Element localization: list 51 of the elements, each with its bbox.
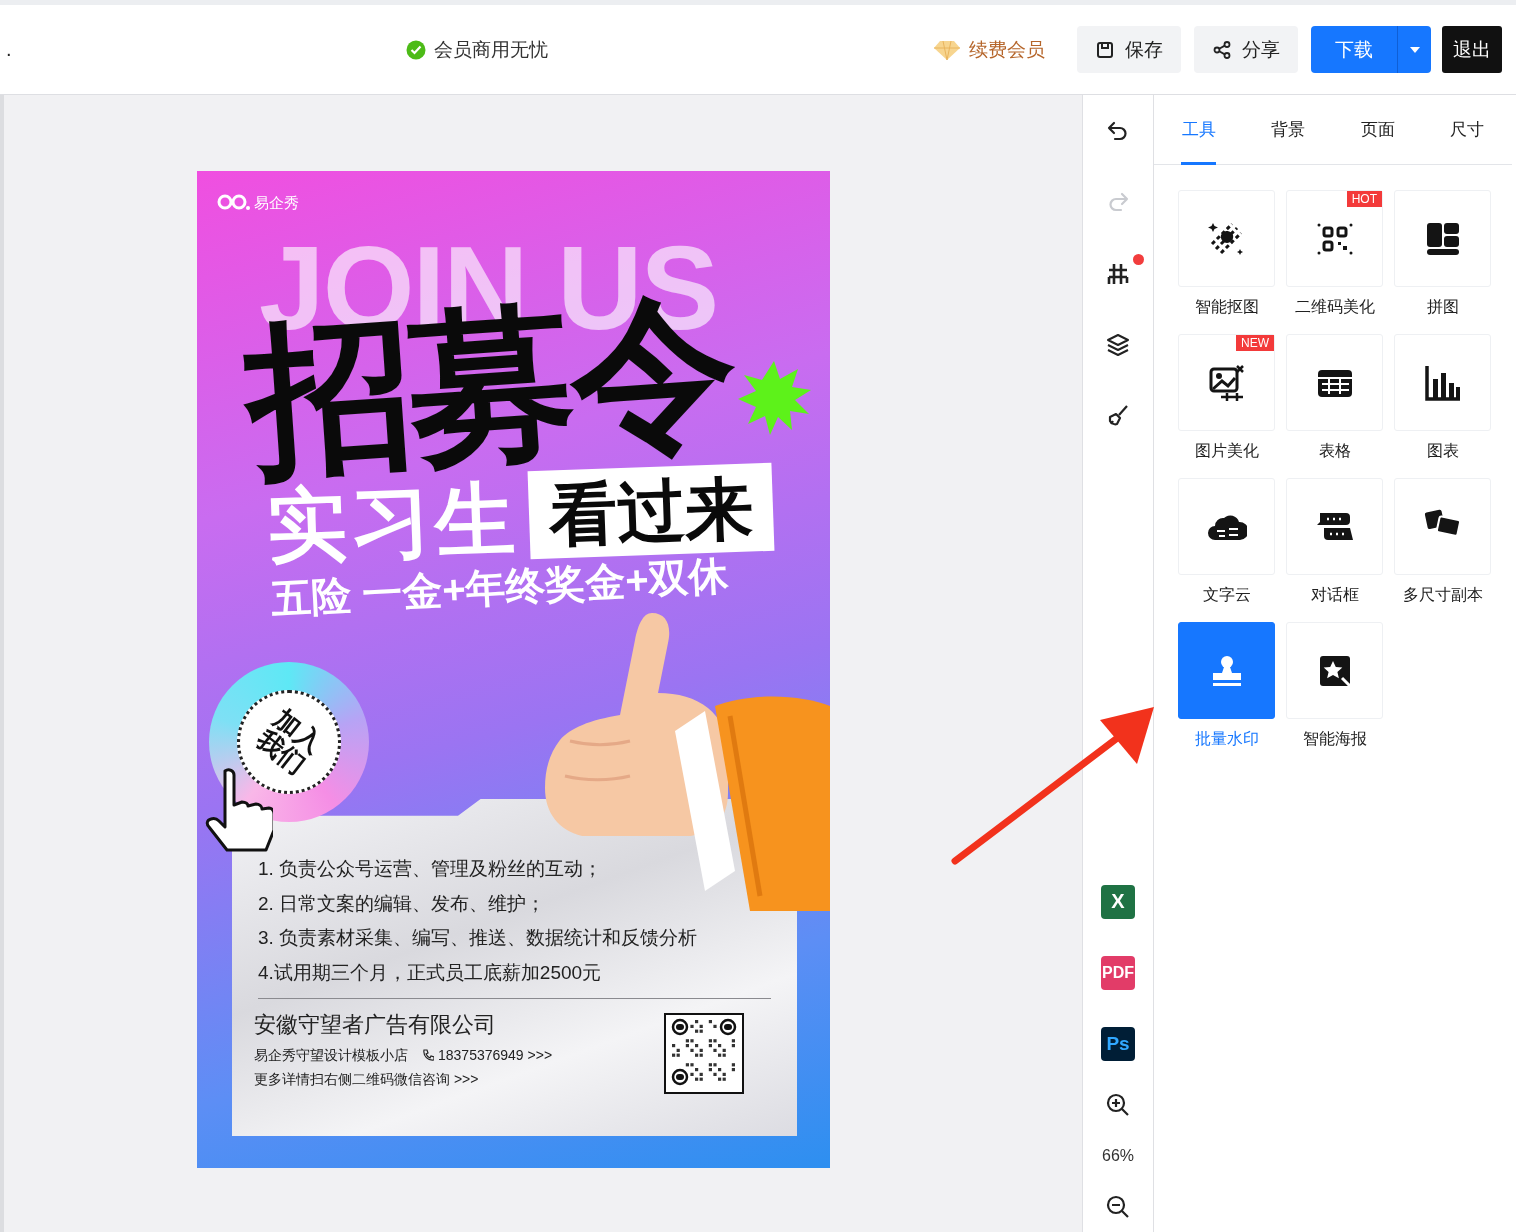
tool-label: 图片美化 — [1194, 441, 1259, 461]
tool-label: 智能海报 — [1302, 729, 1367, 749]
renew-link[interactable]: 续费会员 — [933, 36, 1045, 63]
ps-export-icon[interactable]: Ps — [1101, 1026, 1135, 1061]
duty-text: 4.试用期三个月，正式员工底薪加2500元 — [258, 962, 602, 982]
tool-label: 多尺寸副本 — [1402, 585, 1483, 605]
tool-label: 对话框 — [1310, 585, 1359, 605]
save-icon — [1095, 39, 1115, 60]
company-name: 安徽守望者广告有限公司 — [254, 1014, 496, 1036]
caret-icon — [1409, 46, 1420, 53]
layers-icon[interactable] — [1105, 331, 1131, 358]
exit-button[interactable]: 退出 — [1442, 26, 1502, 73]
phone-number: 18375376949 >>> — [438, 1048, 553, 1062]
save-button[interactable]: 保存 — [1077, 26, 1181, 73]
duty-text: 2. 日常文案的编辑、发布、维护； — [258, 893, 546, 913]
tool-badge: NEW — [1236, 335, 1274, 351]
tool-label: 图表 — [1426, 441, 1459, 461]
panel-tab[interactable]: 尺寸 — [1422, 95, 1512, 164]
qr-note: 更多详情扫右侧二维码微信咨询 >>> — [254, 1072, 479, 1086]
panel-tab[interactable]: 页面 — [1333, 95, 1423, 164]
share-button[interactable]: 分享 — [1194, 26, 1298, 73]
zoom-out-icon[interactable] — [1105, 1193, 1131, 1220]
duty-text: 3. 负责素材采集、编写、推送、数据统计和反馈分析 — [258, 928, 698, 947]
pdf-export-icon[interactable]: PDF — [1101, 955, 1135, 990]
download-menu-button[interactable] — [1397, 26, 1431, 73]
tool-badge: HOT — [1346, 191, 1382, 207]
page-mark: . — [6, 38, 13, 61]
panel-tab[interactable]: 背景 — [1243, 95, 1333, 164]
check-circle-icon — [406, 39, 426, 60]
brand-logo-icon — [217, 193, 251, 211]
badge-text: 加入我们 — [250, 703, 328, 781]
tool-label: 智能抠图 — [1194, 297, 1259, 317]
shop-name: 易企秀守望设计模板小店 — [254, 1048, 408, 1062]
tool-tile[interactable] — [1178, 622, 1275, 719]
brand-name: 易企秀 — [254, 194, 299, 210]
phone-icon — [422, 1049, 434, 1061]
download-button[interactable]: 下载 — [1311, 26, 1397, 73]
tool-label: 二维码美化 — [1294, 297, 1375, 317]
tool-label: 拼图 — [1426, 297, 1459, 317]
panel-tab[interactable]: 工具 — [1154, 95, 1244, 164]
member-note: 会员商用无忧 — [434, 37, 548, 62]
zoom-in-icon[interactable] — [1105, 1091, 1131, 1118]
excel-export-icon[interactable]: X — [1101, 884, 1135, 919]
tool-label: 表格 — [1318, 441, 1351, 461]
tool-label: 批量水印 — [1194, 729, 1259, 749]
tool-label: 文字云 — [1202, 585, 1251, 605]
tool-tile[interactable]: HOT — [1286, 190, 1383, 287]
zoom-level: 66% — [1102, 1146, 1134, 1165]
tool-tile[interactable]: NEW — [1178, 334, 1275, 431]
duty-text: 1. 负责公众号运营、管理及粉丝的互动； — [258, 859, 603, 878]
share-icon — [1212, 39, 1232, 60]
